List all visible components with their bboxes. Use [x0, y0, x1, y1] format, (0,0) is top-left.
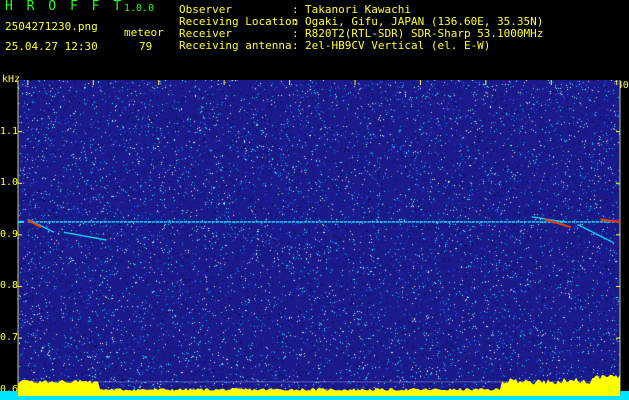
meteor-trace [63, 231, 107, 241]
meteor-trace [577, 223, 614, 244]
baseline-floor [18, 396, 620, 400]
spectrogram-overlay [0, 80, 629, 400]
meteor-head-hot [600, 218, 621, 224]
